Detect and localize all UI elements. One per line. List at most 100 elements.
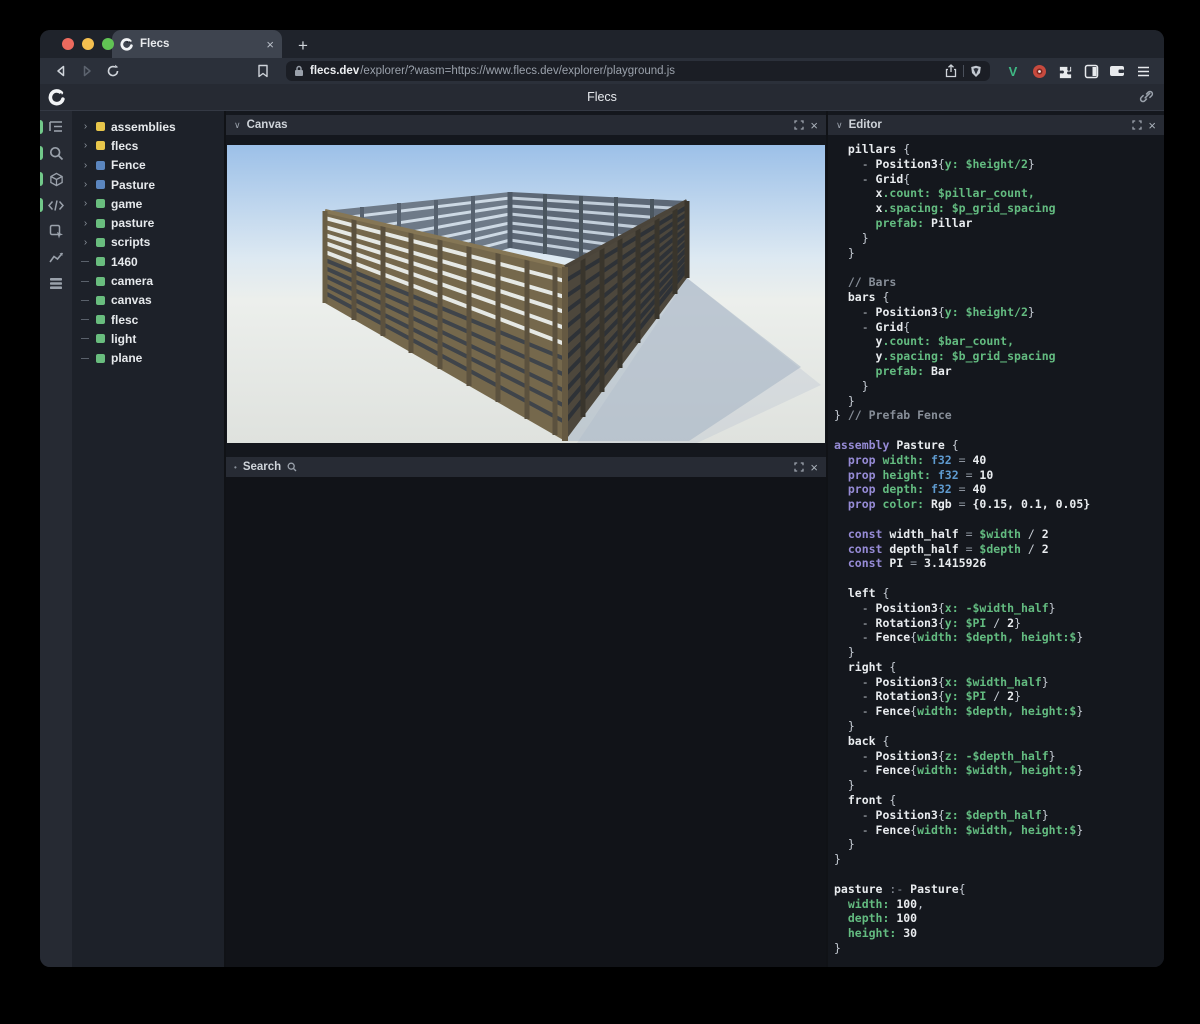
code-line: prop depth: f32 = 40 bbox=[834, 482, 1164, 497]
entity-color-swatch bbox=[96, 219, 105, 228]
code-line: } bbox=[834, 231, 1164, 246]
code-line: pasture :- Pasture{ bbox=[834, 882, 1164, 897]
bookmark-icon[interactable] bbox=[252, 61, 274, 81]
entity-label: 1460 bbox=[111, 255, 138, 269]
code-line: const depth_half = $depth / 2 bbox=[834, 542, 1164, 557]
forward-button[interactable] bbox=[76, 61, 98, 81]
code-line: - Grid{ bbox=[834, 320, 1164, 335]
fullscreen-icon[interactable] bbox=[1132, 120, 1142, 130]
tree-item-light[interactable]: light bbox=[72, 329, 224, 348]
leaf-dash-icon bbox=[81, 319, 89, 320]
reload-button[interactable] bbox=[102, 61, 124, 81]
close-window-button[interactable] bbox=[62, 38, 74, 50]
code-line: - Fence{width: $depth, height:$} bbox=[834, 630, 1164, 645]
brave-shield-icon[interactable] bbox=[970, 65, 982, 78]
chevron-down-icon[interactable]: ∨ bbox=[836, 120, 843, 131]
code-line: } bbox=[834, 246, 1164, 261]
sidebar-outliner-icon[interactable] bbox=[40, 119, 72, 135]
entity-label: scripts bbox=[111, 235, 150, 249]
close-panel-icon[interactable]: × bbox=[810, 461, 818, 474]
tree-item-canvas[interactable]: canvas bbox=[72, 291, 224, 310]
code-line: } bbox=[834, 941, 1164, 956]
extension-red-icon[interactable] bbox=[1028, 61, 1050, 81]
code-line: } bbox=[834, 719, 1164, 734]
expand-chevron-icon[interactable]: › bbox=[81, 121, 90, 132]
chevron-down-icon[interactable]: ∨ bbox=[234, 120, 241, 131]
minimize-window-button[interactable] bbox=[82, 38, 94, 50]
tree-item-scripts[interactable]: › scripts bbox=[72, 233, 224, 252]
code-line: // Bars bbox=[834, 275, 1164, 290]
tree-item-game[interactable]: ›game bbox=[72, 194, 224, 213]
entity-label: Pasture bbox=[111, 178, 155, 192]
tree-item-flesc[interactable]: flesc bbox=[72, 310, 224, 329]
code-line: } // Prefab Fence bbox=[834, 408, 1164, 423]
code-line: prop width: f32 = 40 bbox=[834, 453, 1164, 468]
sidebar-search-icon[interactable] bbox=[40, 145, 72, 161]
zoom-window-button[interactable] bbox=[102, 38, 114, 50]
tree-item-1460[interactable]: 1460 bbox=[72, 252, 224, 271]
url-bar[interactable]: flecs.dev /explorer/?wasm=https://www.fl… bbox=[286, 61, 990, 81]
code-line: pillars { bbox=[834, 142, 1164, 157]
expand-chevron-icon[interactable]: › bbox=[81, 237, 90, 248]
tree-item-flecs[interactable]: ›flecs bbox=[72, 136, 224, 155]
expand-chevron-icon[interactable]: › bbox=[81, 160, 90, 171]
bullet-icon[interactable]: • bbox=[234, 463, 237, 472]
main-content: ›assemblies›flecs›Fence›Pasture›game›pas… bbox=[40, 111, 1164, 967]
canvas-3d-view[interactable] bbox=[226, 135, 826, 457]
close-panel-icon[interactable]: × bbox=[810, 119, 818, 132]
expand-chevron-icon[interactable]: › bbox=[81, 198, 90, 209]
tree-item-camera[interactable]: camera bbox=[72, 271, 224, 290]
sidebar-inspector-icon[interactable] bbox=[40, 223, 72, 239]
menu-icon[interactable] bbox=[1132, 61, 1154, 81]
browser-tab[interactable]: Flecs × bbox=[112, 30, 282, 58]
entity-tree: ›assemblies›flecs›Fence›Pasture›game›pas… bbox=[72, 111, 226, 967]
sidebar-entities-icon[interactable] bbox=[40, 171, 72, 187]
code-line: right { bbox=[834, 660, 1164, 675]
code-line: - Position3{x: $width_half} bbox=[834, 675, 1164, 690]
code-line: prop color: Rgb = {0.15, 0.1, 0.05} bbox=[834, 497, 1164, 512]
code-line: - Position3{y: $height/2} bbox=[834, 157, 1164, 172]
tree-item-plane[interactable]: plane bbox=[72, 349, 224, 368]
extensions-puzzle-icon[interactable] bbox=[1054, 61, 1076, 81]
panel-icon-sidebar bbox=[40, 111, 72, 967]
leaf-dash-icon bbox=[81, 300, 89, 301]
code-line: - Position3{z: $depth_half} bbox=[834, 808, 1164, 823]
sidebar-rows-icon[interactable] bbox=[40, 275, 72, 291]
editor-code[interactable]: pillars { - Position3{y: $height/2} - Gr… bbox=[828, 135, 1164, 967]
wallet-icon[interactable] bbox=[1106, 61, 1128, 81]
canvas-panel-title: Canvas bbox=[247, 119, 288, 131]
share-icon[interactable] bbox=[945, 64, 957, 78]
back-button[interactable] bbox=[50, 61, 72, 81]
sidebar-code-icon[interactable] bbox=[40, 197, 72, 213]
code-line: - Position3{z: -$depth_half} bbox=[834, 749, 1164, 764]
entity-color-swatch bbox=[96, 141, 105, 150]
search-panel-body[interactable] bbox=[226, 477, 826, 967]
code-line: depth: 100 bbox=[834, 911, 1164, 926]
code-line: } bbox=[834, 852, 1164, 867]
close-panel-icon[interactable]: × bbox=[1148, 119, 1156, 132]
new-tab-button[interactable]: + bbox=[298, 37, 308, 54]
page-title: Flecs bbox=[40, 90, 1164, 104]
sidebar-stats-icon[interactable] bbox=[40, 249, 72, 265]
sidebar-toggle-icon[interactable] bbox=[1080, 61, 1102, 81]
tree-item-Pasture[interactable]: › Pasture bbox=[72, 175, 224, 194]
browser-toolbar: flecs.dev /explorer/?wasm=https://www.fl… bbox=[40, 58, 1164, 84]
expand-chevron-icon[interactable]: › bbox=[81, 179, 90, 190]
tree-item-assemblies[interactable]: ›assemblies bbox=[72, 117, 224, 136]
fullscreen-icon[interactable] bbox=[794, 462, 804, 472]
search-icon bbox=[287, 462, 297, 472]
fullscreen-icon[interactable] bbox=[794, 120, 804, 130]
share-link-icon[interactable] bbox=[1139, 89, 1154, 104]
expand-chevron-icon[interactable]: › bbox=[81, 140, 90, 151]
code-line: const PI = 3.1415926 bbox=[834, 556, 1164, 571]
extension-vue-icon[interactable]: V bbox=[1002, 61, 1024, 81]
tree-item-Fence[interactable]: ›Fence bbox=[72, 156, 224, 175]
tree-item-pasture[interactable]: ›pasture bbox=[72, 213, 224, 232]
code-line: } bbox=[834, 645, 1164, 660]
code-line bbox=[834, 512, 1164, 527]
url-domain: flecs.dev bbox=[310, 65, 359, 77]
flecs-logo-icon bbox=[48, 89, 65, 106]
tab-close-icon[interactable]: × bbox=[266, 38, 274, 51]
code-line: const width_half = $width / 2 bbox=[834, 527, 1164, 542]
expand-chevron-icon[interactable]: › bbox=[81, 218, 90, 229]
